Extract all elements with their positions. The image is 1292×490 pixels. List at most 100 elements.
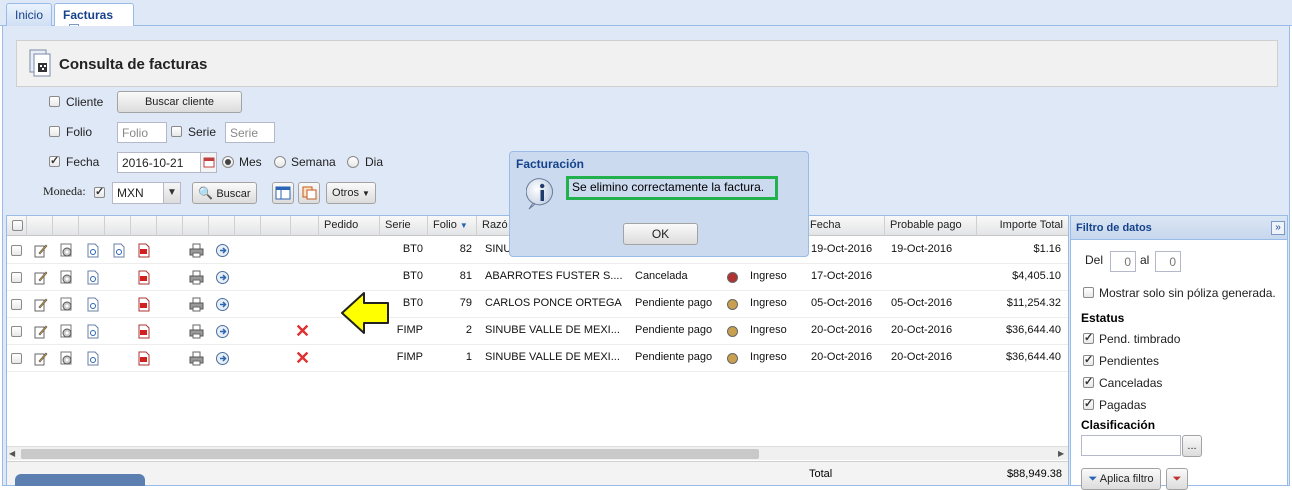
clear-filter-button[interactable]: ⏷ xyxy=(1166,468,1188,490)
row-checkbox[interactable] xyxy=(11,353,22,364)
settings-icon[interactable] xyxy=(59,270,74,285)
cell-tipo: Ingreso xyxy=(750,324,787,336)
xml-icon[interactable] xyxy=(85,324,100,339)
bottom-tab-handle[interactable] xyxy=(15,474,145,486)
moneda-checkbox[interactable] xyxy=(94,185,105,198)
horizontal-scrollbar[interactable]: ◀ ▶ xyxy=(7,446,1068,460)
edit-icon[interactable] xyxy=(33,243,48,258)
pdf-icon[interactable] xyxy=(136,351,151,366)
table-row[interactable]: BT0 79 CARLOS PONCE ORTEGA Pendiente pago In… xyxy=(7,291,1068,318)
column-serie[interactable]: Serie xyxy=(380,216,428,236)
print-icon[interactable] xyxy=(189,270,204,285)
column-importe-total[interactable]: Importe Total xyxy=(977,216,1068,236)
xml-icon[interactable] xyxy=(85,270,100,285)
settings-icon[interactable] xyxy=(59,297,74,312)
buscar-button[interactable]: 🔍 Buscar xyxy=(192,182,257,204)
dia-radio[interactable] xyxy=(347,156,359,168)
edit-icon[interactable] xyxy=(33,270,48,285)
xml-icon[interactable] xyxy=(111,243,126,258)
column-probable-pago[interactable]: Probable pago xyxy=(885,216,977,236)
scrollbar-thumb[interactable] xyxy=(21,449,759,459)
select-all-header[interactable] xyxy=(7,216,27,236)
scroll-left-icon[interactable]: ◀ xyxy=(9,449,17,459)
cliente-checkbox[interactable] xyxy=(49,96,60,107)
pdf-icon[interactable] xyxy=(136,324,151,339)
copy-button[interactable] xyxy=(298,182,320,204)
settings-icon[interactable] xyxy=(59,351,74,366)
delete-icon[interactable]: ✕ xyxy=(295,321,310,342)
xml-icon[interactable] xyxy=(85,243,100,258)
edit-icon[interactable] xyxy=(33,297,48,312)
semana-radio[interactable] xyxy=(274,156,286,168)
send-icon[interactable] xyxy=(215,270,230,285)
arrow-left-icon xyxy=(341,292,389,334)
buscar-cliente-button[interactable]: Buscar cliente xyxy=(117,91,242,113)
otros-button[interactable]: Otros ▼ xyxy=(326,182,376,204)
send-icon[interactable] xyxy=(215,243,230,258)
pagadas-checkbox[interactable] xyxy=(1083,397,1094,410)
fecha-checkbox[interactable] xyxy=(49,154,60,167)
table-row[interactable]: ✕ FIMP 1 SINUBE VALLE DE MEXI... Pendiente p… xyxy=(7,345,1068,372)
estatus-title: Estatus xyxy=(1081,311,1125,325)
send-icon[interactable] xyxy=(215,324,230,339)
info-icon xyxy=(526,178,554,210)
table-row[interactable]: BT0 81 ABARROTES FUSTER S.... Cancelada Ingr… xyxy=(7,264,1068,291)
status-dot xyxy=(727,353,738,364)
column-folio[interactable]: Folio ▼ xyxy=(428,216,477,236)
aplica-filtro-button[interactable]: ⏷ Aplica filtro xyxy=(1081,468,1161,490)
tab-facturas[interactable]: Facturas✕ xyxy=(54,3,134,34)
pendientes-checkbox[interactable] xyxy=(1083,353,1094,366)
xml-icon[interactable] xyxy=(85,297,100,312)
print-icon[interactable] xyxy=(189,243,204,258)
grid-view-button[interactable] xyxy=(272,182,294,204)
pdf-icon[interactable] xyxy=(136,243,151,258)
send-icon[interactable] xyxy=(215,297,230,312)
del-input[interactable]: 0 xyxy=(1110,251,1136,272)
serie-label: Serie xyxy=(188,125,217,139)
print-icon[interactable] xyxy=(189,324,204,339)
clasificacion-browse-button[interactable]: ... xyxy=(1182,435,1202,457)
chevron-down-icon[interactable]: ▼ xyxy=(163,183,180,203)
mostrar-checkbox[interactable] xyxy=(1083,287,1094,298)
folio-input[interactable]: Folio xyxy=(117,122,167,143)
serie-checkbox[interactable] xyxy=(171,126,182,137)
column-fecha[interactable]: Fecha xyxy=(805,216,885,236)
clasificacion-input[interactable] xyxy=(1081,435,1181,456)
delete-icon[interactable]: ✕ xyxy=(295,348,310,369)
settings-icon[interactable] xyxy=(59,243,74,258)
edit-icon[interactable] xyxy=(33,324,48,339)
row-checkbox[interactable] xyxy=(11,326,22,337)
table-row[interactable]: ✕ FIMP 2 SINUBE VALLE DE MEXI... Pendiente p… xyxy=(7,318,1068,345)
collapse-icon[interactable]: » xyxy=(1271,221,1285,235)
pdf-icon[interactable] xyxy=(136,270,151,285)
grid-footer: Total $88,949.38 xyxy=(7,461,1068,485)
edit-icon[interactable] xyxy=(33,351,48,366)
dropdown-arrow-icon: ▼ xyxy=(362,189,370,198)
print-icon[interactable] xyxy=(189,351,204,366)
canceladas-checkbox[interactable] xyxy=(1083,375,1094,388)
row-checkbox[interactable] xyxy=(11,245,22,256)
mes-radio[interactable] xyxy=(222,156,234,168)
header-icon-col xyxy=(79,216,105,236)
al-input[interactable]: 0 xyxy=(1155,251,1181,272)
folio-checkbox[interactable] xyxy=(49,126,60,137)
ok-button[interactable]: OK xyxy=(623,223,698,245)
scroll-right-icon[interactable]: ▶ xyxy=(1058,449,1066,459)
xml-icon[interactable] xyxy=(85,351,100,366)
pdf-icon[interactable] xyxy=(136,297,151,312)
send-icon[interactable] xyxy=(215,351,230,366)
tab-inicio[interactable]: Inicio xyxy=(6,3,52,26)
select-all-checkbox[interactable] xyxy=(12,220,23,231)
status-dot xyxy=(727,326,738,337)
aplica-filtro-label: Aplica filtro xyxy=(1099,473,1154,485)
row-checkbox[interactable] xyxy=(11,272,22,283)
print-icon[interactable] xyxy=(189,297,204,312)
calendar-icon[interactable] xyxy=(200,153,216,172)
cell-importe: $36,644.40 xyxy=(1005,351,1061,363)
row-checkbox[interactable] xyxy=(11,299,22,310)
header-icon-col xyxy=(157,216,183,236)
settings-icon[interactable] xyxy=(59,324,74,339)
column-pedido[interactable]: Pedido xyxy=(319,216,380,236)
pend-timbrado-checkbox[interactable] xyxy=(1083,331,1094,344)
serie-input[interactable]: Serie xyxy=(225,122,275,143)
